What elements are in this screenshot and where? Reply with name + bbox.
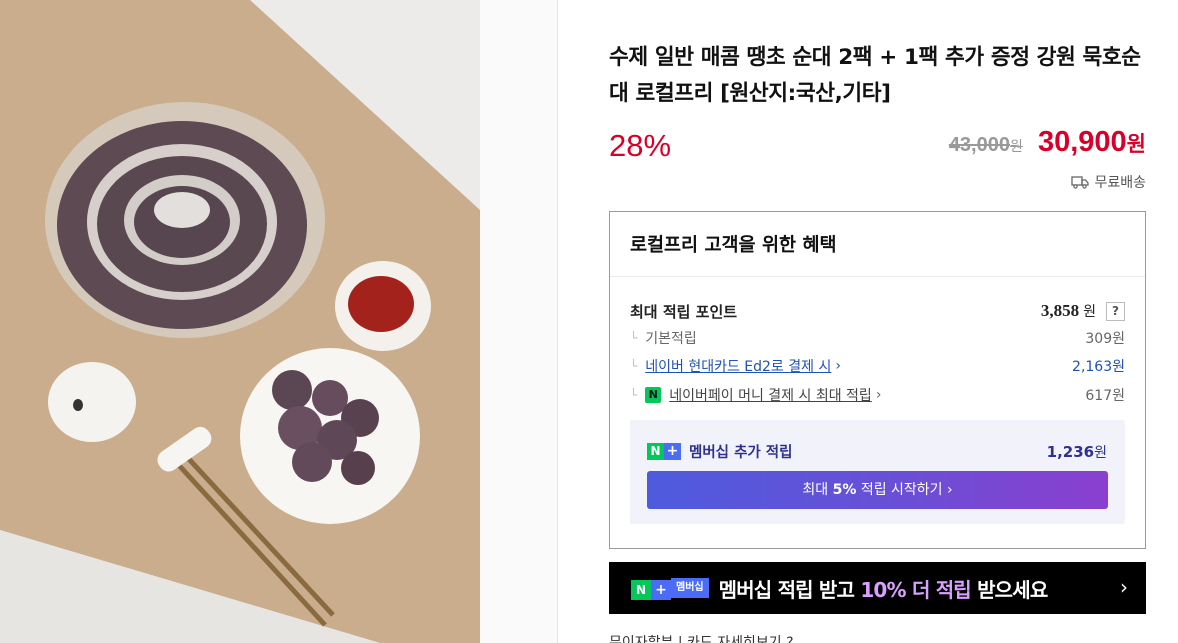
point-row-basic: └ 기본적립 309원 — [630, 327, 1125, 349]
membership-row: N + 멤버십 추가 적립 1,236원 — [647, 441, 1107, 462]
point-row-npay: └ N 네이버페이 머니 결제 시 최대 적립 › 617원 — [630, 384, 1125, 406]
benefit-box: 로컬프리 고객을 위한 혜택 최대 적립 포인트 3,858 원 ? └ 기본적립 … — [609, 211, 1146, 549]
max-points-label: 최대 적립 포인트 — [630, 302, 738, 321]
naver-pay-icon: N — [645, 387, 662, 403]
chevron-right-icon: › — [1120, 575, 1128, 599]
tree-branch-icon: └ — [630, 331, 638, 345]
sale-price-unit: 원 — [1126, 132, 1146, 156]
banner-text: 멤버십 적립 받고 10% 더 적립 받으세요 — [718, 577, 1049, 602]
product-photo[interactable] — [0, 0, 480, 643]
membership-label: 멤버십 추가 적립 — [689, 445, 793, 461]
membership-value: 1,236 — [1046, 442, 1095, 461]
point-row-value: 2,163원 — [1072, 359, 1125, 375]
product-image-panel — [0, 0, 558, 643]
membership-chip: 멤버십 — [671, 578, 709, 598]
product-title: 수제 일반 매콤 땡초 순대 2팩 + 1팩 추가 증정 강원 묵호순대 로컬프… — [609, 45, 1141, 106]
price-row: 28% 43,000원 30,900원 — [609, 126, 1146, 168]
card-benefit-link[interactable]: 네이버 현대카드 Ed2로 결제 시 — [645, 356, 831, 376]
point-row-value: 309원 — [1085, 331, 1125, 347]
sale-price: 30,900 — [1037, 126, 1127, 158]
tree-branch-icon: └ — [630, 359, 638, 373]
chevron-right-icon: › — [875, 387, 882, 403]
naver-plus-icon: N + — [631, 579, 671, 600]
price-box: 43,000원 30,900원 — [949, 126, 1146, 159]
original-price: 43,000 — [948, 134, 1010, 156]
naver-plus-icon: N + — [647, 443, 681, 460]
banner-highlight: 10% 더 적립 — [860, 577, 971, 602]
help-icon[interactable]: ? — [1106, 301, 1125, 321]
point-row-label: 기본적립 — [645, 331, 697, 347]
shipping-label: 무료배송 — [1094, 175, 1146, 191]
discount-rate: 28% — [609, 128, 672, 163]
point-row-card: └ 네이버 현대카드 Ed2로 결제 시 › 2,163원 — [630, 355, 1125, 377]
original-price-unit: 원 — [1009, 139, 1023, 155]
point-row-value: 617원 — [1085, 388, 1125, 404]
chevron-right-icon: › — [835, 358, 841, 374]
membership-unit: 원 — [1094, 444, 1107, 461]
max-points-value: 3,858 — [1040, 301, 1080, 320]
npay-benefit-link[interactable]: 네이버페이 머니 결제 시 최대 적립 — [669, 385, 872, 405]
truck-icon — [1071, 175, 1090, 189]
shipping-info: 무료배송 — [1071, 172, 1146, 192]
max-points-unit: 원 — [1083, 304, 1096, 320]
membership-box: N + 멤버십 추가 적립 1,236원 최대 5% 적립 시작하기 › — [630, 420, 1125, 524]
max-points-row: 최대 적립 포인트 3,858 원 ? — [630, 300, 1125, 322]
installment-info[interactable]: 무이자할부 | 카드 자세히보기 ? — [609, 632, 794, 643]
membership-banner[interactable]: N + 멤버십 멤버십 적립 받고 10% 더 적립 받으세요 › — [609, 562, 1146, 614]
tree-branch-icon: └ — [630, 388, 638, 402]
membership-start-button[interactable]: 최대 5% 적립 시작하기 › — [647, 471, 1108, 509]
benefit-title: 로컬프리 고객을 위한 혜택 — [610, 212, 1145, 277]
